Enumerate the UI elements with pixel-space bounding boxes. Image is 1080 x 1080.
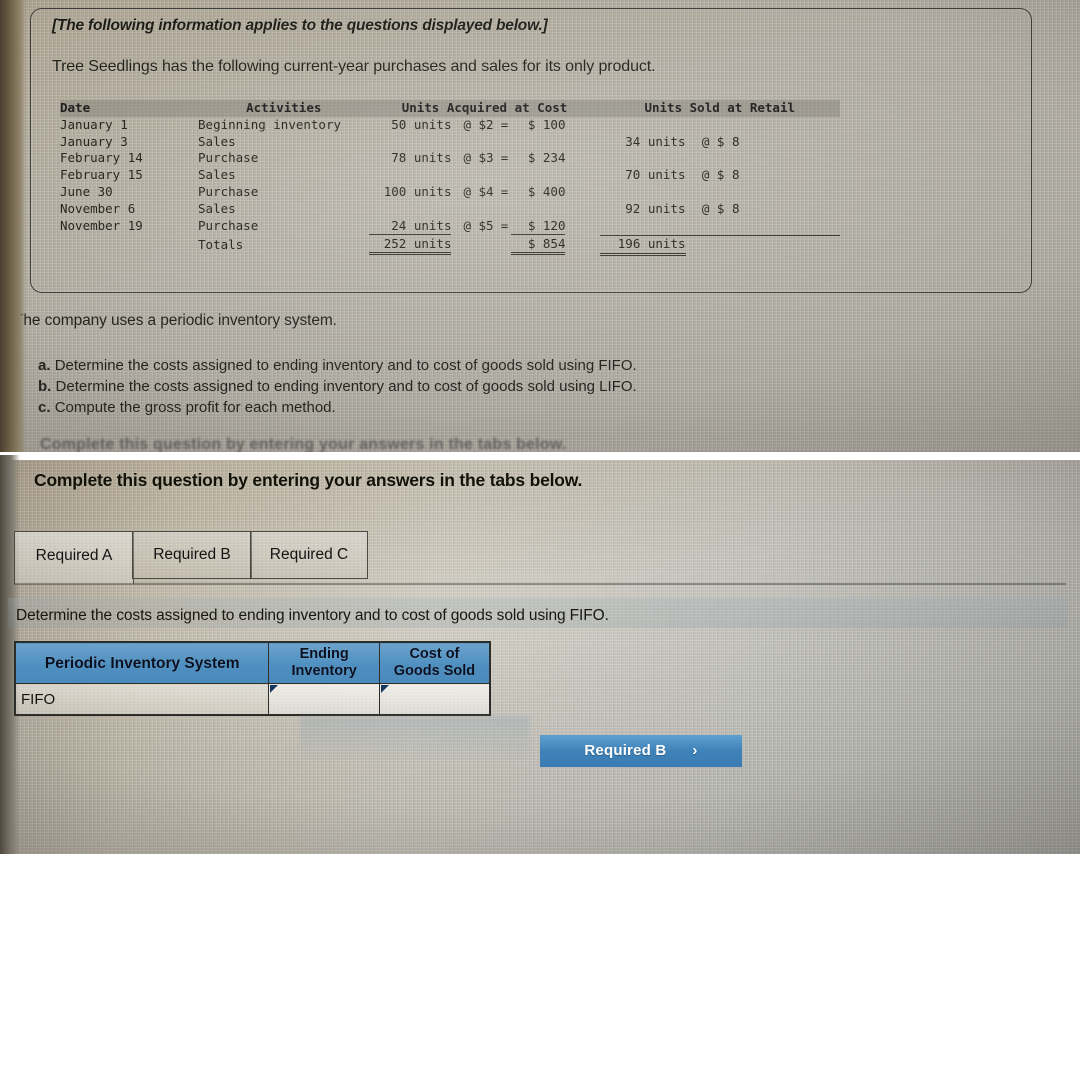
row-date: November 6: [60, 200, 136, 216]
row-date: June 30: [60, 183, 113, 199]
photo-seam-divider: [0, 452, 1080, 460]
photo-left-edge-top: [0, 0, 26, 456]
col-header-date: Date: [60, 100, 199, 117]
row-activity: Purchase: [198, 183, 259, 199]
row-activity: Beginning inventory: [198, 116, 342, 132]
table-totals-row: Totals 252 units $ 854 196 units: [60, 235, 841, 256]
screen-photo: [The following information applies to th…: [0, 0, 1080, 854]
answer-col-header-cost-of-goods-sold: Cost of Goods Sold: [378, 642, 491, 684]
row-units-sold: 92 units @ $ 8: [625, 200, 740, 216]
totals-label: Totals: [198, 237, 244, 253]
row-units-acquired: 100 units @ $4 = $ 400: [383, 183, 566, 199]
table-row: June 30 Purchase 100 units @ $4 = $ 400: [60, 184, 840, 201]
answer-row-fifo: FIFO: [14, 683, 491, 715]
row-units-acquired: [369, 167, 599, 184]
tab-required-b[interactable]: Required B: [132, 531, 252, 579]
requirement-text: Determine the costs assigned to ending i…: [54, 357, 637, 374]
requirement-text: Compute the gross profit for each method…: [54, 399, 336, 416]
panel-shadow-strip: [300, 716, 530, 758]
cogs-line2: Goods Sold: [393, 663, 476, 679]
totals-spacer: [60, 235, 198, 255]
tab-required-c[interactable]: Required C: [250, 531, 368, 579]
row-units-acquired: 78 units @ $3 = $ 234: [391, 150, 566, 166]
tab-required-a[interactable]: Required A: [14, 531, 134, 584]
question-requirements-list: a. Determine the costs assigned to endin…: [38, 355, 637, 418]
row-units-acquired: [369, 134, 599, 151]
row-date: November 19: [60, 218, 143, 234]
periodic-system-note: The company uses a periodic inventory sy…: [14, 312, 337, 329]
requirement-item: b. Determine the costs assigned to endin…: [38, 376, 637, 397]
col-header-activities: Activities: [198, 100, 370, 117]
row-units-acquired: 50 units @ $2 = $ 100: [391, 116, 566, 132]
answer-row-label-fifo: FIFO: [14, 683, 270, 715]
table-row: November 6 Sales 92 units @ $ 8: [60, 201, 840, 218]
requirement-marker: b.: [38, 378, 52, 395]
table-header-row: Date Activities Units Acquired at Cost U…: [60, 100, 840, 117]
tab-underline: [14, 583, 1066, 585]
cogs-line1: Cost of: [409, 646, 460, 662]
answer-col-header-ending-inventory: Ending Inventory: [268, 642, 380, 684]
row-units-acquired: [369, 201, 599, 218]
fifo-ending-inventory-input[interactable]: [268, 683, 380, 715]
table-row: November 19 Purchase 24 units @ $5 = $ 120: [60, 217, 840, 236]
panel-bottom-blank-area: [20, 775, 1066, 854]
row-date: January 3: [60, 133, 128, 149]
requirement-item: c. Compute the gross profit for each met…: [38, 397, 637, 418]
info-intro-text: [The following information applies to th…: [52, 17, 548, 34]
table-row: January 3 Sales 34 units @ $ 8: [60, 134, 840, 151]
row-units-sold: 70 units @ $ 8: [625, 167, 740, 183]
requirement-marker: a.: [38, 357, 51, 374]
chevron-right-icon: ›: [692, 742, 698, 759]
complete-question-heading: Complete this question by entering your …: [34, 470, 583, 490]
fifo-cost-of-goods-sold-input[interactable]: [378, 683, 491, 715]
requirement-text: Determine the costs assigned to ending i…: [55, 378, 637, 395]
row-units-acquired: 24 units @ $5 = $ 120: [369, 218, 599, 236]
cell-marker-triangle-icon: [270, 685, 279, 693]
table-body: January 1 Beginning inventory 50 units @ $2…: [60, 117, 840, 256]
row-units-sold: [600, 117, 841, 134]
row-units-sold: 34 units @ $ 8: [625, 133, 740, 149]
row-units-sold: [600, 150, 841, 167]
col-header-units-acquired: Units Acquired at Cost: [369, 100, 600, 117]
row-date: January 1: [60, 116, 128, 132]
row-activity: Sales: [198, 200, 236, 216]
next-required-b-button[interactable]: Required B ›: [540, 735, 742, 767]
requirement-item: a. Determine the costs assigned to endin…: [38, 355, 637, 376]
table-row: February 15 Sales 70 units @ $ 8: [60, 167, 840, 184]
answer-col-header-system: Periodic Inventory System: [14, 642, 270, 684]
next-button-label: Required B: [584, 742, 667, 759]
question-info-panel: [The following information applies to th…: [0, 0, 1080, 456]
answer-grid-header-row: Periodic Inventory System Ending Invento…: [14, 642, 491, 684]
row-activity: Purchase: [198, 218, 259, 234]
totals-units-acquired: 252 units $ 854: [369, 235, 599, 256]
ending-inventory-line1: Ending: [299, 646, 349, 662]
row-date: February 14: [60, 150, 143, 166]
table-row: January 1 Beginning inventory 50 units @ $2…: [60, 117, 840, 134]
table-row: February 14 Purchase 78 units @ $3 = $ 234: [60, 150, 840, 167]
purchases-sales-table: Date Activities Units Acquired at Cost U…: [60, 100, 840, 256]
requirement-marker: c.: [38, 399, 51, 416]
row-activity: Sales: [198, 167, 236, 183]
row-activity: Purchase: [198, 150, 259, 166]
cell-marker-triangle-icon: [380, 685, 389, 693]
fifo-answer-grid[interactable]: Periodic Inventory System Ending Invento…: [14, 641, 491, 716]
row-date: February 15: [60, 167, 143, 183]
row-units-sold: [599, 217, 840, 236]
row-units-sold: [600, 184, 841, 201]
info-subtitle-text: Tree Seedlings has the following current…: [52, 58, 656, 75]
row-activity: Sales: [198, 133, 236, 149]
col-header-units-sold: Units Sold at Retail: [599, 100, 840, 117]
requirement-instruction-text: Determine the costs assigned to ending i…: [16, 607, 609, 624]
ending-inventory-line2: Inventory: [291, 663, 357, 679]
totals-units-sold: 196 units: [599, 235, 841, 256]
